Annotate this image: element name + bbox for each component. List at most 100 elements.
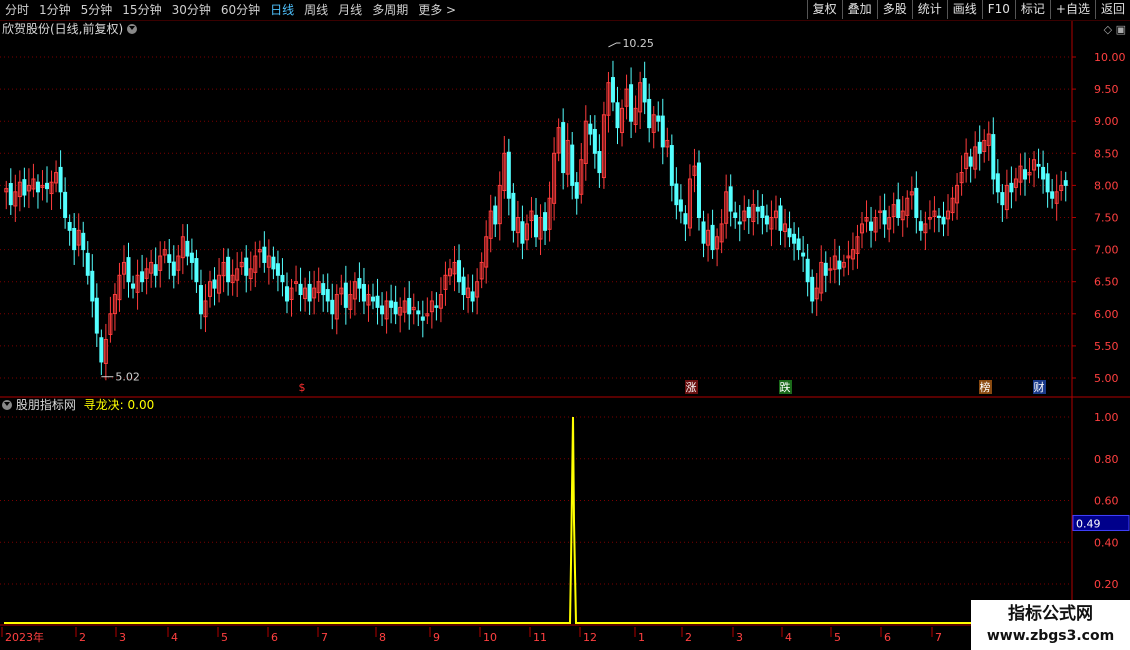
event-marker: 榜	[980, 380, 991, 394]
candle-body	[1045, 173, 1050, 193]
candle-body	[656, 115, 661, 122]
action-button-7[interactable]: +自选	[1049, 0, 1095, 19]
time-label: 12	[583, 631, 597, 644]
indicator-tick-label: 0.40	[1094, 536, 1119, 549]
period-tab-6[interactable]: 日线	[265, 0, 299, 20]
price-tick-label: 7.00	[1094, 244, 1119, 257]
period-tab-0[interactable]: 分时	[0, 0, 34, 20]
candle-body	[869, 221, 874, 231]
candle-body	[407, 297, 412, 315]
candle-body	[882, 210, 887, 225]
time-label: 6	[884, 631, 891, 644]
candle-body	[764, 215, 769, 225]
candle-body	[647, 98, 652, 129]
candle-body	[574, 182, 579, 199]
period-tab-7[interactable]: 周线	[299, 0, 333, 20]
candle-body	[1009, 182, 1014, 193]
candle-body	[275, 263, 280, 276]
period-tab-1[interactable]: 1分钟	[34, 0, 76, 20]
candle-body	[570, 144, 575, 186]
action-button-6[interactable]: 标记	[1014, 0, 1050, 19]
price-tick-label: 6.50	[1094, 276, 1119, 289]
event-marker: 涨	[686, 381, 697, 394]
time-label: 2023年	[5, 630, 44, 644]
candle-body	[226, 256, 231, 283]
candle-body	[737, 221, 742, 225]
candle-body	[371, 296, 376, 302]
candle-body	[171, 261, 176, 276]
event-marker: 跌	[780, 380, 791, 394]
candle-body	[506, 151, 511, 199]
period-tab-10[interactable]: 更多 >	[413, 0, 461, 20]
candle-body	[457, 260, 462, 283]
candle-body	[81, 232, 86, 251]
candle-body	[1041, 166, 1046, 180]
candle-body	[375, 295, 380, 308]
candle-body	[918, 221, 923, 231]
candle-body	[629, 84, 634, 122]
high-label: 10.25	[622, 37, 654, 50]
candle-body	[85, 252, 90, 276]
action-button-1[interactable]: 叠加	[841, 0, 877, 19]
candle-body	[393, 301, 398, 315]
candle-body	[22, 179, 27, 196]
candle-body	[696, 162, 701, 218]
candle-body	[801, 252, 806, 257]
candle-body	[642, 78, 647, 103]
price-tick-label: 5.00	[1094, 372, 1119, 385]
candle-body	[35, 181, 40, 193]
action-button-4[interactable]: 画线	[946, 0, 982, 19]
price-tick-label: 8.00	[1094, 179, 1119, 192]
candle-body	[8, 183, 13, 206]
candle-body	[72, 227, 77, 251]
time-label: 2	[685, 631, 692, 644]
candle-body	[674, 183, 679, 206]
period-tab-9[interactable]: 多周期	[367, 0, 413, 20]
candle-body	[153, 264, 158, 276]
chart-area[interactable]: 10.00 9.50 9.00 8.50 8.00 7.50 7.00 6.50 6.00 5.5…	[0, 21, 1130, 650]
candle-body	[615, 102, 620, 129]
action-button-3[interactable]: 统计	[911, 0, 947, 19]
candle-body	[420, 316, 425, 321]
candle-body	[728, 186, 733, 212]
candle-body	[1000, 192, 1005, 206]
candle-body	[90, 270, 95, 302]
action-button-5[interactable]: F10	[981, 0, 1015, 19]
action-button-8[interactable]: 返回	[1094, 0, 1130, 19]
period-tabs: 分时 1分钟 5分钟 15分钟 30分钟 60分钟 日线 周线 月线 多周期 更多 >	[0, 0, 461, 20]
candle-body	[760, 205, 765, 218]
candle-body	[99, 337, 104, 363]
candle-body	[796, 238, 801, 251]
action-button-0[interactable]: 复权	[806, 0, 842, 19]
candle-body	[94, 297, 99, 334]
candle-body	[710, 224, 715, 251]
candle-body	[284, 286, 289, 302]
candle-body	[991, 134, 996, 180]
candle-body	[330, 299, 335, 315]
candle-body	[597, 151, 602, 174]
candle-body	[140, 271, 145, 283]
price-tick-label: 6.00	[1094, 308, 1119, 321]
time-label: 7	[935, 631, 942, 644]
period-tab-5[interactable]: 60分钟	[216, 0, 265, 20]
period-tab-8[interactable]: 月线	[333, 0, 367, 20]
time-label: 5	[221, 631, 228, 644]
candle-body	[746, 206, 751, 219]
candle-body	[792, 233, 797, 244]
period-tab-3[interactable]: 15分钟	[117, 0, 166, 20]
candle-body	[936, 215, 941, 219]
candle-body	[389, 300, 394, 308]
price-tick-label: 7.50	[1094, 212, 1119, 225]
period-tab-2[interactable]: 5分钟	[76, 0, 118, 20]
candle-body	[212, 279, 217, 289]
watermark-url: www.zbgs3.com	[986, 628, 1115, 644]
action-button-2[interactable]: 多股	[876, 0, 912, 19]
action-buttons: 复权 叠加 多股 统计 画线 F10 标记 +自选 返回	[806, 0, 1130, 20]
period-tab-4[interactable]: 30分钟	[167, 0, 216, 20]
candle-body	[787, 228, 792, 238]
time-label: 5	[834, 631, 841, 644]
indicator-dropdown-icon[interactable]	[2, 400, 12, 410]
current-value-label: 0.49	[1076, 517, 1101, 530]
candle-body	[1063, 180, 1068, 186]
candle-body	[307, 283, 312, 302]
